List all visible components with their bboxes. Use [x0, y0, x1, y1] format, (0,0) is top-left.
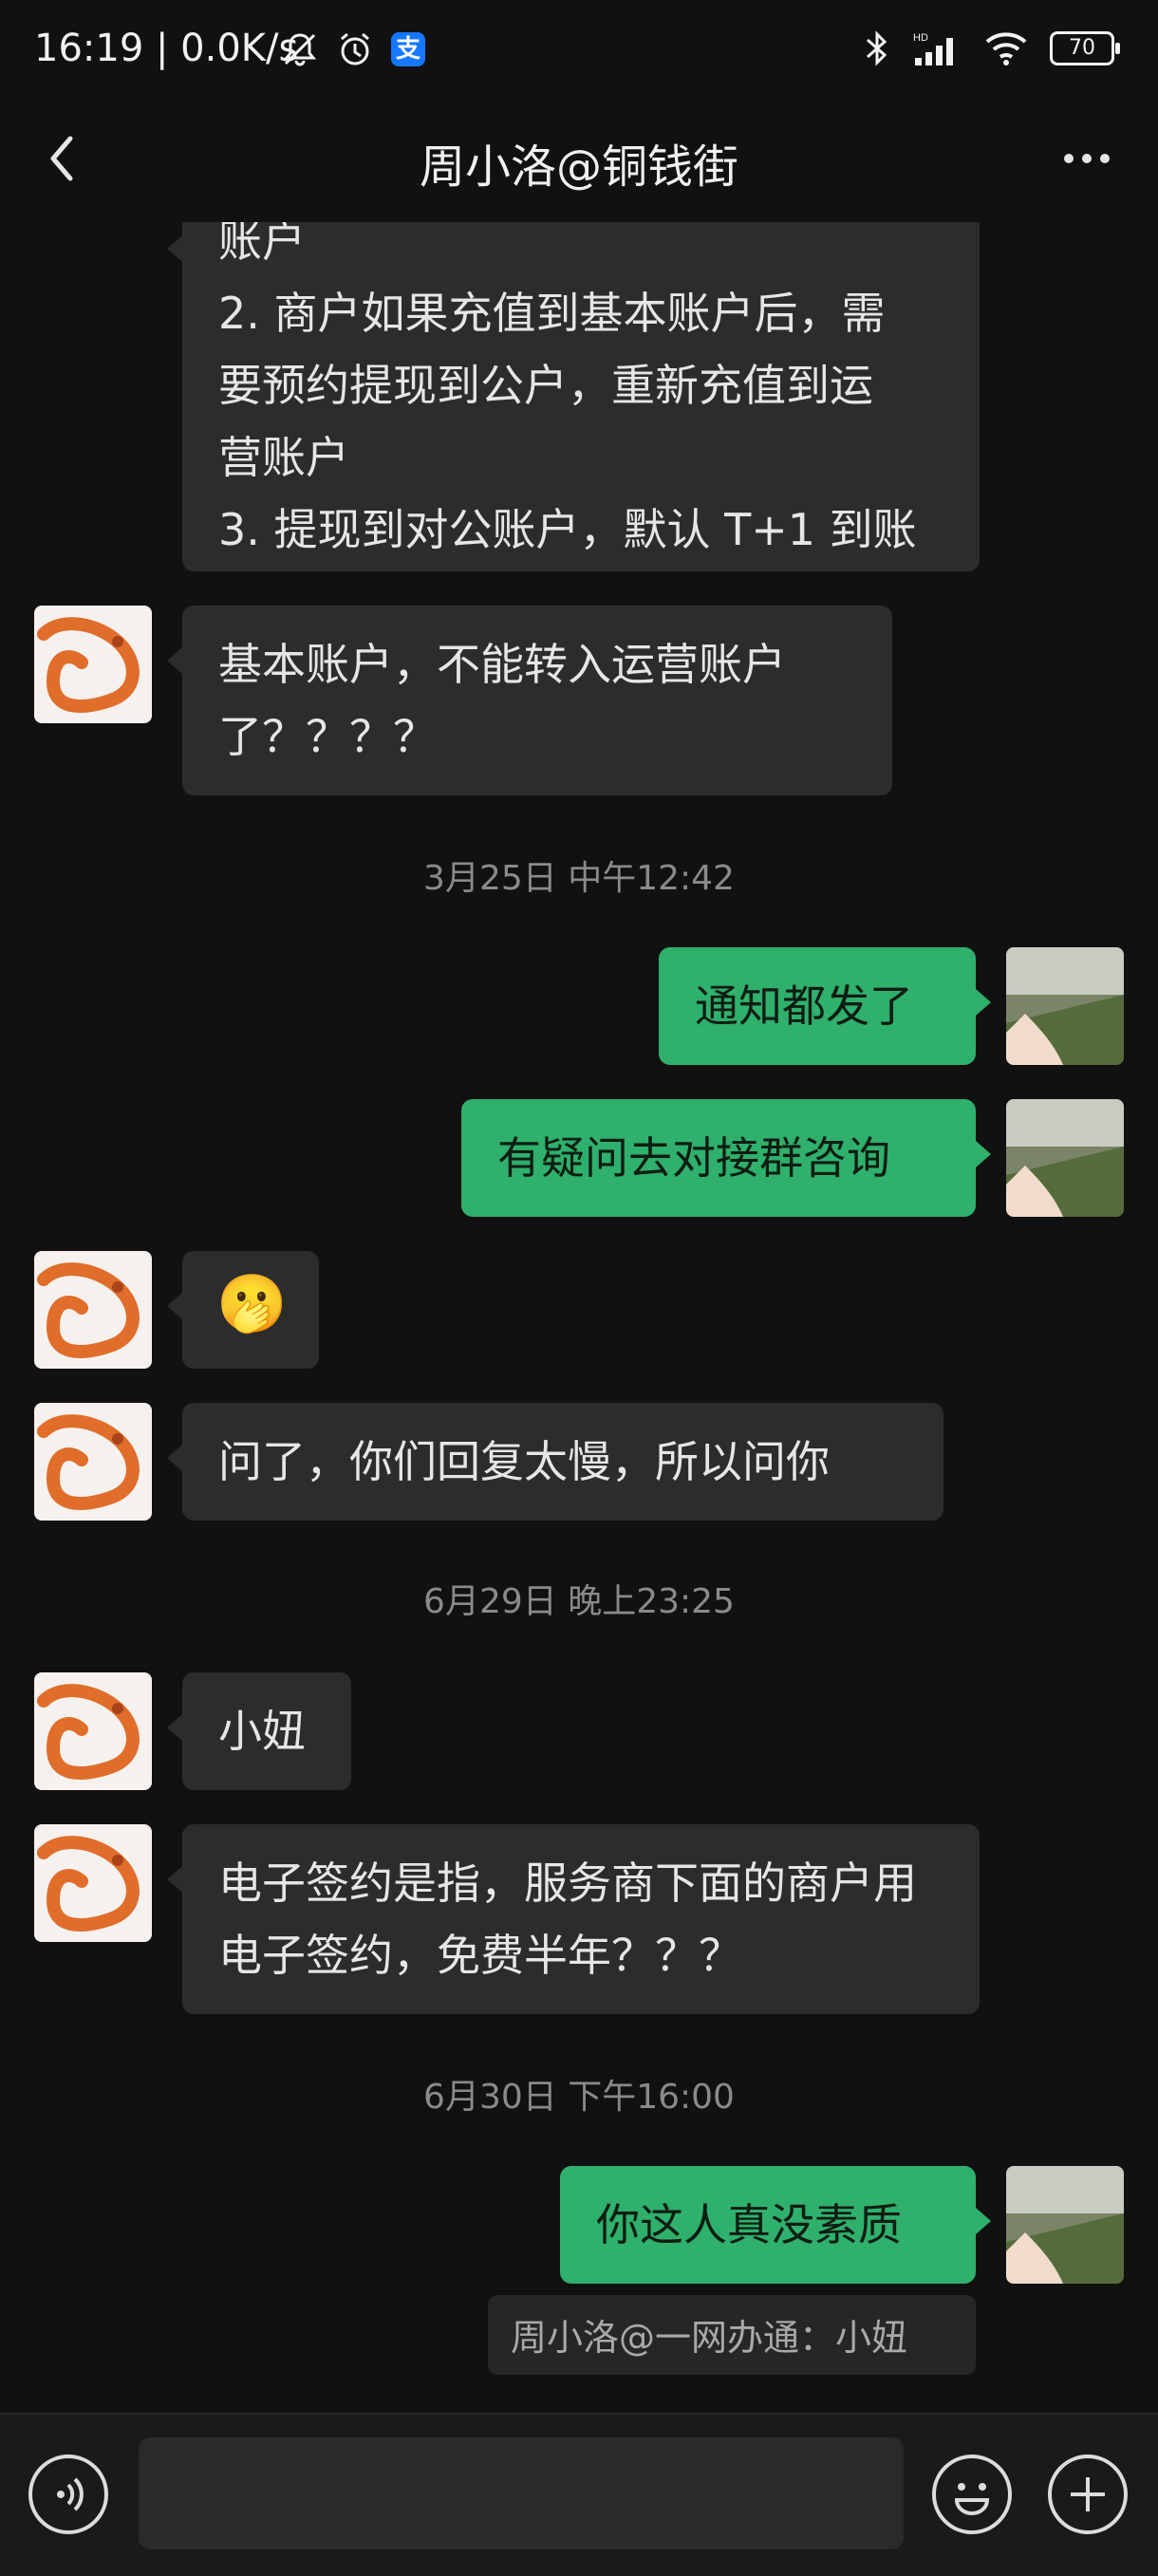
alipay-icon: 支 — [391, 32, 425, 66]
battery-indicator: 70 — [1050, 31, 1120, 65]
timestamp: 3月25日 中午12:42 — [423, 859, 735, 898]
svg-text:HD: HD — [913, 32, 928, 44]
contact-avatar[interactable] — [34, 1403, 152, 1521]
message-bubble-incoming[interactable]: 账户 2. 商户如果充值到基本账户后，需 要预约提现到公户，重新充值到运 营账户… — [167, 222, 980, 571]
my-avatar[interactable] — [1006, 2166, 1124, 2284]
message-bubble-incoming[interactable]: 🫢 — [167, 1251, 319, 1369]
message-bubble-outgoing[interactable]: 有疑问去对接群咨询 — [461, 1099, 991, 1217]
signal-icon: HD — [913, 32, 953, 65]
status-icons: HD 70 — [864, 28, 1120, 68]
status-bar: 16:19 | 0.0K/s 支 HD 70 — [0, 0, 1158, 104]
plus-icon — [1071, 2477, 1105, 2511]
message-input[interactable] — [139, 2437, 904, 2549]
message-list[interactable]: 账户 2. 商户如果充值到基本账户后，需 要预约提现到公户，重新充值到运 营账户… — [0, 222, 1158, 2413]
message-bubble-incoming[interactable]: 基本账户，不能转入运营账户了？？？？ — [167, 606, 892, 795]
message-text: 你这人真没素质 — [596, 2199, 902, 2250]
wifi-icon — [985, 32, 1027, 65]
status-time-speed: 16:19 | 0.0K/s — [34, 27, 299, 70]
emoji-icon — [954, 2483, 990, 2515]
contact-avatar[interactable] — [34, 606, 152, 723]
message-bubble-outgoing[interactable]: 你这人真没素质 — [560, 2166, 991, 2284]
message-line: 2. 商户如果充值到基本账户后，需 — [218, 288, 886, 339]
message-bubble-incoming[interactable]: 电子签约是指，服务商下面的商户用电子签约，免费半年？？？ — [167, 1824, 980, 2014]
message-line: 3. 提现到对公账户，默认 T+1 到账 — [218, 504, 917, 555]
message-bubble-incoming[interactable]: 问了，你们回复太慢，所以问你 — [167, 1403, 943, 1521]
emoji-button[interactable] — [932, 2455, 1012, 2534]
chat-header: 周小洛@铜钱街 — [0, 104, 1158, 222]
input-bar — [0, 2413, 1158, 2576]
message-text: 电子签约是指，服务商下面的商户用电子签约，免费半年？？？ — [218, 1857, 917, 1981]
bluetooth-icon — [867, 30, 887, 66]
message-text: 问了，你们回复太慢，所以问你 — [218, 1436, 830, 1487]
timestamp: 6月29日 晚上23:25 — [423, 1582, 735, 1621]
contact-avatar[interactable] — [34, 1824, 152, 1942]
voice-button[interactable] — [28, 2455, 108, 2534]
alarm-icon — [341, 32, 369, 65]
my-avatar[interactable] — [1006, 947, 1124, 1065]
chat-title: 周小洛@铜钱街 — [419, 140, 738, 194]
contact-avatar[interactable] — [34, 1251, 152, 1369]
voice-icon — [57, 2477, 84, 2511]
quoted-message[interactable]: 周小洛@一网办通：小妞 — [488, 2295, 976, 2375]
message-text: 基本账户，不能转入运营账户了？？？？ — [218, 639, 786, 762]
mute-bell-icon — [283, 33, 317, 66]
message-line: 账户 — [218, 222, 306, 267]
message-line: 营账户 — [218, 432, 349, 483]
message-line: 要预约提现到公户，重新充值到运 — [218, 360, 873, 411]
timestamp: 6月30日 下午16:00 — [423, 2078, 735, 2117]
contact-avatar[interactable] — [34, 1672, 152, 1790]
message-text: 小妞 — [218, 1706, 306, 1757]
emoji-sticker: 🫢 — [216, 1271, 288, 1337]
more-dots-icon[interactable] — [1054, 125, 1120, 192]
my-avatar[interactable] — [1006, 1099, 1124, 1217]
message-bubble-outgoing[interactable]: 通知都发了 — [659, 947, 991, 1065]
plus-button[interactable] — [1048, 2455, 1128, 2534]
message-text: 有疑问去对接群咨询 — [497, 1132, 890, 1184]
message-text: 通知都发了 — [695, 980, 913, 1032]
message-bubble-incoming[interactable]: 小妞 — [167, 1672, 351, 1790]
